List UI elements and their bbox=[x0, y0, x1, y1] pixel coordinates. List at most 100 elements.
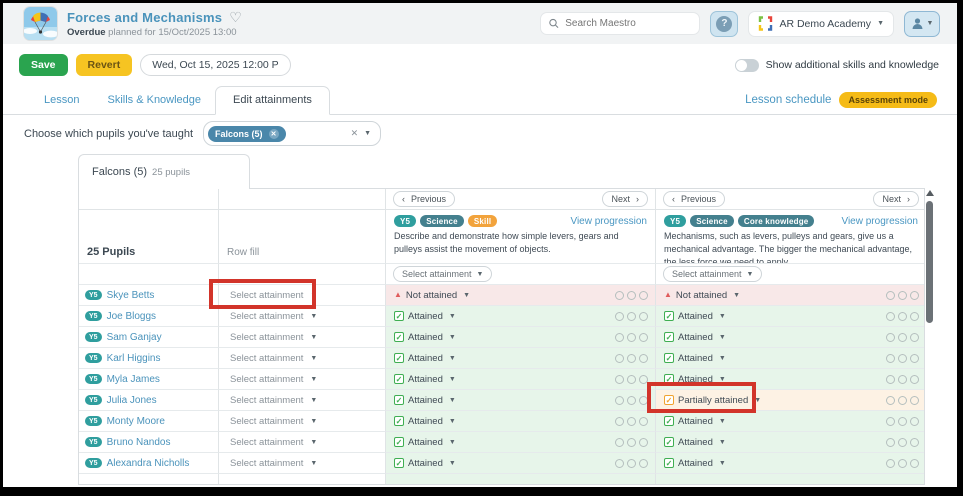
attainment-status-dropdown[interactable]: ✓Attained▼ bbox=[656, 432, 925, 453]
attainment-status-dropdown[interactable]: ✓Attained▼ bbox=[656, 327, 925, 348]
status-circles[interactable] bbox=[886, 354, 919, 363]
attainment-status-dropdown[interactable]: ✓Attained▼ bbox=[386, 369, 656, 390]
attainment-status-dropdown[interactable]: ✓Attained▼ bbox=[386, 390, 656, 411]
status-circles[interactable] bbox=[615, 333, 648, 342]
skill1-view-progression-link[interactable]: View progression bbox=[570, 216, 647, 227]
attainment-status-dropdown[interactable]: ✓Attained▼ bbox=[386, 348, 656, 369]
status-circles[interactable] bbox=[615, 291, 648, 300]
status-circles[interactable] bbox=[886, 417, 919, 426]
scrollbar-thumb[interactable] bbox=[926, 201, 933, 323]
row-fill-select-attainment-dropdown[interactable]: Select attainment▼ bbox=[219, 348, 386, 369]
pupil-name-cell: Y5Myla James bbox=[79, 369, 219, 390]
skill2-view-progression-link[interactable]: View progression bbox=[841, 216, 918, 227]
group-tab-falcons[interactable]: Falcons (5) 25 pupils bbox=[78, 154, 250, 189]
status-circles[interactable] bbox=[615, 396, 648, 405]
status-circles[interactable] bbox=[886, 291, 919, 300]
skill2-description-cell: Y5 Science Core knowledge View progressi… bbox=[656, 210, 925, 264]
attainment-status-dropdown[interactable]: ✓Partially attained▼ bbox=[656, 390, 925, 411]
attainment-status-dropdown[interactable]: ✓Attained▼ bbox=[386, 453, 656, 474]
datetime-field[interactable]: Wed, Oct 15, 2025 12:00 P bbox=[140, 54, 290, 76]
skill2-select-attainment-dropdown[interactable]: Select attainment▼ bbox=[663, 266, 762, 282]
attainment-status-dropdown[interactable]: ✓Attained▼ bbox=[386, 306, 656, 327]
pupil-name-cell: Y5Karl Higgins bbox=[79, 348, 219, 369]
help-button[interactable]: ? bbox=[710, 11, 738, 37]
tab-skills-knowledge[interactable]: Skills & Knowledge bbox=[93, 87, 215, 114]
save-button[interactable]: Save bbox=[19, 54, 68, 76]
toggle-label: Show additional skills and knowledge bbox=[766, 59, 939, 71]
chevron-down-icon: ▼ bbox=[754, 397, 761, 404]
scroll-up-arrow-icon[interactable] bbox=[926, 190, 934, 196]
status-circles[interactable] bbox=[615, 312, 648, 321]
attainment-status-dropdown[interactable]: ✓Attained▼ bbox=[386, 411, 656, 432]
table-row: Y5Karl HigginsSelect attainment▼✓Attaine… bbox=[79, 348, 924, 369]
green-checkbox-icon: ✓ bbox=[664, 458, 674, 468]
row-fill-select-attainment-dropdown[interactable]: Select attainment▼ bbox=[219, 285, 386, 306]
attainment-status-dropdown[interactable]: ▲Not attained▼ bbox=[656, 285, 925, 306]
attainment-status-dropdown[interactable]: ✓Attained▼ bbox=[656, 348, 925, 369]
pupil-name-link[interactable]: Bruno Nandos bbox=[107, 437, 171, 448]
skill2-previous-button[interactable]: ‹Previous bbox=[663, 191, 725, 207]
search-input[interactable] bbox=[565, 18, 691, 29]
status-circles[interactable] bbox=[615, 354, 648, 363]
pupil-name-link[interactable]: Julia Jones bbox=[107, 395, 157, 406]
skill2-next-button[interactable]: Next› bbox=[873, 191, 919, 207]
attainment-status-dropdown[interactable]: ✓Attained▼ bbox=[656, 453, 925, 474]
overdue-label: Overdue bbox=[67, 27, 106, 38]
skill1-select-attainment-dropdown[interactable]: Select attainment▼ bbox=[393, 266, 492, 282]
status-circles[interactable] bbox=[615, 459, 648, 468]
header-cell-empty bbox=[219, 189, 386, 210]
remove-tag-icon[interactable]: ✕ bbox=[269, 129, 279, 139]
pupil-name-link[interactable]: Alexandra Nicholls bbox=[107, 458, 190, 469]
revert-button[interactable]: Revert bbox=[76, 54, 133, 76]
clear-select-icon[interactable]: ✕ bbox=[351, 128, 359, 139]
status-circles[interactable] bbox=[615, 417, 648, 426]
pupil-name-link[interactable]: Sam Ganjay bbox=[107, 332, 162, 343]
pupil-name-cell: Y5Monty Moore bbox=[79, 411, 219, 432]
skill1-next-button[interactable]: Next› bbox=[602, 191, 648, 207]
row-fill-select-attainment-dropdown[interactable]: Select attainment▼ bbox=[219, 327, 386, 348]
chevron-down-icon: ▼ bbox=[477, 271, 484, 278]
tab-edit-attainments[interactable]: Edit attainments bbox=[215, 86, 330, 115]
pupil-name-link[interactable]: Monty Moore bbox=[107, 416, 165, 427]
pupil-group-select[interactable]: Falcons (5) ✕ ✕ ▼ bbox=[203, 121, 381, 146]
pupil-name-link[interactable]: Joe Bloggs bbox=[107, 311, 156, 322]
attainment-status-dropdown[interactable]: ✓Attained▼ bbox=[656, 369, 925, 390]
user-menu-button[interactable]: ▼ bbox=[904, 11, 940, 37]
status-circles[interactable] bbox=[615, 438, 648, 447]
row-fill-select-attainment-dropdown[interactable]: Select attainment▼ bbox=[219, 411, 386, 432]
pupils-header-cell: 25 Pupils bbox=[79, 210, 219, 264]
favourite-heart-icon[interactable]: ♡ bbox=[229, 12, 242, 22]
attainment-status-dropdown[interactable]: ✓Attained▼ bbox=[386, 432, 656, 453]
status-circles[interactable] bbox=[886, 396, 919, 405]
skill1-previous-button[interactable]: ‹Previous bbox=[393, 191, 455, 207]
row-fill-select-attainment-dropdown[interactable]: Select attainment▼ bbox=[219, 306, 386, 327]
status-circles[interactable] bbox=[886, 333, 919, 342]
skill1-nav-cell: ‹Previous Next› bbox=[386, 189, 656, 210]
pupil-name-link[interactable]: Skye Betts bbox=[107, 290, 155, 301]
selected-group-tag[interactable]: Falcons (5) ✕ bbox=[208, 126, 286, 142]
status-circles[interactable] bbox=[886, 459, 919, 468]
tab-lesson[interactable]: Lesson bbox=[30, 87, 93, 114]
chevron-down-icon[interactable]: ▼ bbox=[364, 130, 371, 137]
academy-menu-button[interactable]: AR Demo Academy ▼ bbox=[748, 11, 894, 37]
pupil-name-link[interactable]: Myla James bbox=[107, 374, 160, 385]
status-circles[interactable] bbox=[886, 375, 919, 384]
search-box[interactable] bbox=[540, 12, 700, 35]
attainment-status-dropdown[interactable]: ✓Attained▼ bbox=[656, 306, 925, 327]
status-circles[interactable] bbox=[886, 438, 919, 447]
pupil-name-link[interactable]: Karl Higgins bbox=[107, 353, 161, 364]
status-circles[interactable] bbox=[615, 375, 648, 384]
attainment-status-dropdown[interactable]: ✓Attained▼ bbox=[386, 327, 656, 348]
row-fill-select-attainment-dropdown[interactable]: Select attainment▼ bbox=[219, 453, 386, 474]
additional-skills-toggle[interactable] bbox=[735, 59, 759, 72]
row-fill-select-attainment-dropdown[interactable]: Select attainment▼ bbox=[219, 369, 386, 390]
chevron-down-icon: ▼ bbox=[927, 20, 934, 27]
status-circles[interactable] bbox=[886, 312, 919, 321]
pupil-name-cell: Y5Joe Bloggs bbox=[79, 306, 219, 327]
row-fill-select-attainment-dropdown[interactable]: Select attainment▼ bbox=[219, 390, 386, 411]
attainment-status-dropdown[interactable]: ▲Not attained▼ bbox=[386, 285, 656, 306]
header-cell-empty bbox=[79, 264, 219, 285]
row-fill-select-attainment-dropdown[interactable]: Select attainment▼ bbox=[219, 432, 386, 453]
lesson-schedule-link[interactable]: Lesson schedule bbox=[745, 94, 831, 106]
attainment-status-dropdown[interactable]: ✓Attained▼ bbox=[656, 411, 925, 432]
